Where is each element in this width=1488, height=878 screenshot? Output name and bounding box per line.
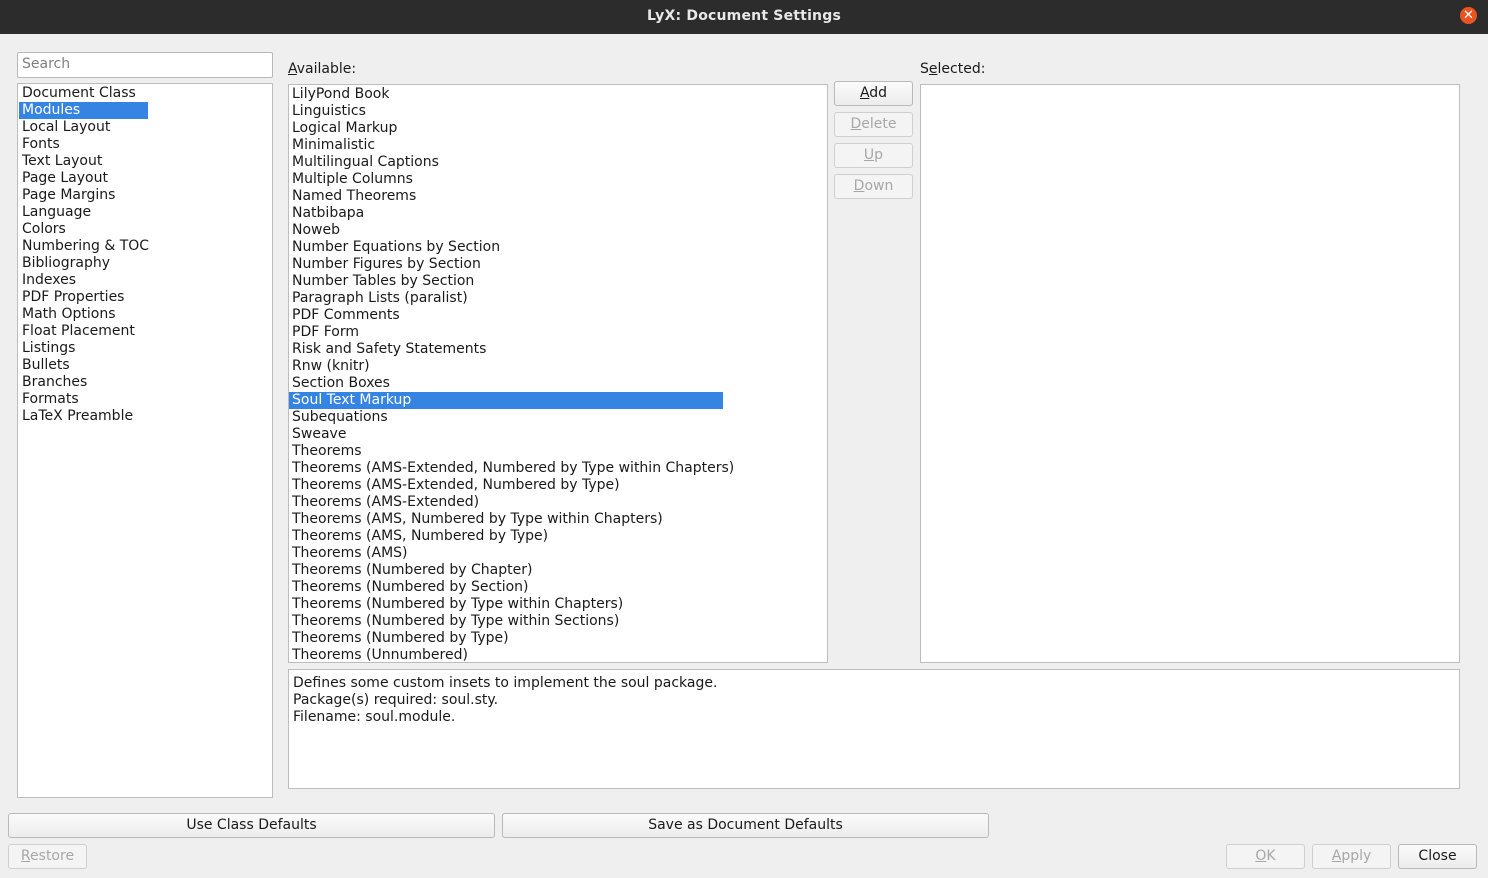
- available-modules-list[interactable]: LilyPond Book Linguistics Logical Markup Mi…: [288, 84, 828, 663]
- selected-label: Selected:: [920, 61, 986, 77]
- window-title: LyX: Document Settings: [647, 8, 841, 24]
- selected-modules-list[interactable]: [920, 84, 1460, 663]
- module-list-item[interactable]: Theorems (AMS, Numbered by Type): [289, 528, 548, 545]
- ok-button[interactable]: OK: [1226, 844, 1305, 869]
- module-list-item[interactable]: Theorems (Unnumbered): [289, 647, 468, 662]
- module-list-item[interactable]: LilyPond Book: [289, 86, 389, 103]
- module-list-item[interactable]: Noweb: [289, 222, 340, 239]
- module-list-item[interactable]: Theorems (Numbered by Type within Chapte…: [289, 596, 623, 613]
- module-list-item[interactable]: Risk and Safety Statements: [289, 341, 486, 358]
- module-list-item[interactable]: Theorems (Numbered by Section): [289, 579, 529, 596]
- module-list-item[interactable]: Multilingual Captions: [289, 154, 439, 171]
- title-bar: LyX: Document Settings ✕: [0, 0, 1488, 34]
- module-list-item[interactable]: PDF Form: [289, 324, 359, 341]
- close-button[interactable]: Close: [1398, 844, 1477, 869]
- nav-item-page-layout[interactable]: Page Layout: [19, 170, 108, 187]
- apply-button[interactable]: Apply: [1312, 844, 1391, 869]
- up-button[interactable]: Up: [834, 143, 913, 168]
- module-list-item[interactable]: Theorems (AMS-Extended, Numbered by Type…: [289, 460, 734, 477]
- nav-item-numbering-toc[interactable]: Numbering & TOC: [19, 238, 149, 255]
- nav-item-bullets[interactable]: Bullets: [19, 357, 70, 374]
- nav-item-local-layout[interactable]: Local Layout: [19, 119, 110, 136]
- description-line: Package(s) required: soul.sty.: [293, 692, 499, 708]
- module-list-item[interactable]: Named Theorems: [289, 188, 416, 205]
- available-label: Available:: [288, 61, 357, 77]
- nav-item-branches[interactable]: Branches: [19, 374, 87, 391]
- description-line: Defines some custom insets to implement …: [293, 675, 718, 691]
- nav-item-pdf-properties[interactable]: PDF Properties: [19, 289, 124, 306]
- module-list-item[interactable]: Theorems (AMS): [289, 545, 408, 562]
- module-list-item[interactable]: Theorems (AMS-Extended, Numbered by Type…: [289, 477, 620, 494]
- module-list-item[interactable]: Minimalistic: [289, 137, 375, 154]
- description-line: Filename: soul.module.: [293, 709, 456, 725]
- nav-item-document-class[interactable]: Document Class: [19, 85, 136, 102]
- module-list-item[interactable]: Paragraph Lists (paralist): [289, 290, 468, 307]
- search-input[interactable]: [18, 53, 266, 75]
- settings-nav-list[interactable]: Document Class Modules Local Layout Fonts Te…: [17, 83, 273, 798]
- save-as-document-defaults-button[interactable]: Save as Document Defaults: [502, 813, 989, 838]
- nav-item-formats[interactable]: Formats: [19, 391, 79, 408]
- module-list-item[interactable]: Subequations: [289, 409, 388, 426]
- nav-item-listings[interactable]: Listings: [19, 340, 75, 357]
- module-list-item[interactable]: Number Equations by Section: [289, 239, 500, 256]
- nav-item-latex-preamble[interactable]: LaTeX Preamble: [19, 408, 133, 425]
- module-list-item[interactable]: Number Tables by Section: [289, 273, 474, 290]
- module-list-item[interactable]: Number Figures by Section: [289, 256, 481, 273]
- module-list-item[interactable]: Soul Text Markup: [289, 392, 723, 409]
- nav-item-fonts[interactable]: Fonts: [19, 136, 60, 153]
- module-list-item[interactable]: Natbibapa: [289, 205, 364, 222]
- module-list-item[interactable]: Theorems (Numbered by Type): [289, 630, 509, 647]
- module-list-item[interactable]: Theorems (Numbered by Chapter): [289, 562, 532, 579]
- nav-item-language[interactable]: Language: [19, 204, 91, 221]
- down-button[interactable]: Down: [834, 174, 913, 199]
- module-list-item[interactable]: Theorems (AMS-Extended): [289, 494, 479, 511]
- module-list-item[interactable]: Theorems (Numbered by Type within Sectio…: [289, 613, 619, 630]
- nav-item-math-options[interactable]: Math Options: [19, 306, 116, 323]
- module-list-item[interactable]: Sweave: [289, 426, 346, 443]
- nav-item-colors[interactable]: Colors: [19, 221, 66, 238]
- close-window-icon[interactable]: ✕: [1460, 7, 1477, 24]
- module-list-item[interactable]: PDF Comments: [289, 307, 400, 324]
- nav-item-float-placement[interactable]: Float Placement: [19, 323, 135, 340]
- nav-item-indexes[interactable]: Indexes: [19, 272, 76, 289]
- delete-button[interactable]: Delete: [834, 112, 913, 137]
- nav-item-modules[interactable]: Modules: [19, 102, 148, 119]
- module-list-item[interactable]: Multiple Columns: [289, 171, 413, 188]
- restore-button[interactable]: Restore: [8, 844, 87, 869]
- nav-item-bibliography[interactable]: Bibliography: [19, 255, 110, 272]
- search-field[interactable]: [17, 52, 273, 78]
- module-list-item[interactable]: Rnw (knitr): [289, 358, 370, 375]
- module-list-item[interactable]: Section Boxes: [289, 375, 390, 392]
- module-list-item[interactable]: Logical Markup: [289, 120, 397, 137]
- nav-item-text-layout[interactable]: Text Layout: [19, 153, 102, 170]
- use-class-defaults-button[interactable]: Use Class Defaults: [8, 813, 495, 838]
- module-list-item[interactable]: Linguistics: [289, 103, 366, 120]
- module-list-item[interactable]: Theorems: [289, 443, 362, 460]
- module-list-item[interactable]: Theorems (AMS, Numbered by Type within C…: [289, 511, 663, 528]
- add-button[interactable]: Add: [834, 81, 913, 106]
- nav-item-page-margins[interactable]: Page Margins: [19, 187, 115, 204]
- module-description: Defines some custom insets to implement …: [288, 669, 1460, 789]
